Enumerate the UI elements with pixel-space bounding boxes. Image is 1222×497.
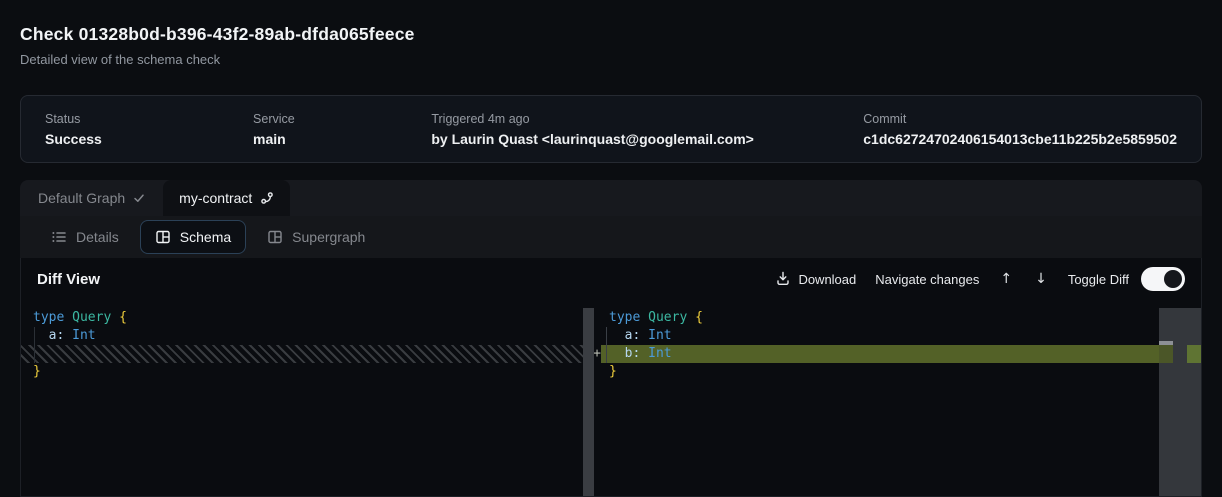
- triggered-value: by Laurin Quast <laurinquast@googlemail.…: [431, 131, 863, 147]
- contract-fork-icon: [260, 191, 274, 205]
- code-token: type: [609, 310, 640, 325]
- next-change-button[interactable]: ↓: [1033, 271, 1049, 287]
- columns-icon: [267, 229, 283, 245]
- code-token: }: [609, 364, 617, 379]
- diff-pane-after[interactable]: type Query { a: Int b: Int }: [601, 300, 1159, 497]
- check-icon: [133, 192, 145, 204]
- service-field: Service main: [253, 112, 431, 147]
- columns-icon: [155, 229, 171, 245]
- toggle-diff-switch[interactable]: [1141, 267, 1185, 291]
- status-label: Status: [45, 112, 253, 126]
- service-label: Service: [253, 112, 431, 126]
- code-token: {: [119, 310, 127, 325]
- code-token: Int: [648, 346, 671, 361]
- check-detail-panel: Default Graph my-contract: [20, 180, 1202, 497]
- graph-tabbar: Default Graph my-contract: [20, 180, 1202, 216]
- diff-view-title: Diff View: [37, 271, 100, 288]
- schema-diff-editor: type Query { a: Int } type Query { a: In…: [21, 300, 1201, 497]
- schema-check-page: Check 01328b0d-b396-43f2-89ab-dfda065fee…: [0, 0, 1222, 497]
- page-subtitle: Detailed view of the schema check: [20, 52, 415, 67]
- code-line: type Query {: [609, 309, 1159, 327]
- diff-card: Diff View Download Navigate changes: [20, 258, 1202, 497]
- status-value: Success: [45, 131, 253, 147]
- code-line: type Query {: [33, 309, 583, 327]
- download-icon: [775, 270, 791, 289]
- code-token: Query: [72, 310, 111, 325]
- tab-default-graph-label: Default Graph: [38, 190, 125, 206]
- navigate-changes-button[interactable]: Navigate changes: [875, 272, 979, 287]
- arrow-up-icon: ↑: [1000, 271, 1012, 287]
- tab-schema[interactable]: Schema: [140, 220, 246, 254]
- diff-toolbar: Diff View Download Navigate changes: [21, 258, 1201, 300]
- diff-pane-before[interactable]: type Query { a: Int }: [21, 300, 583, 497]
- triggered-label: Triggered 4m ago: [431, 112, 863, 126]
- code-line: }: [33, 363, 583, 381]
- tab-schema-label: Schema: [180, 229, 231, 245]
- code-token: a:: [625, 328, 641, 343]
- right-scrollbar[interactable]: [1159, 308, 1202, 497]
- tab-my-contract-label: my-contract: [179, 190, 252, 206]
- code-token: type: [33, 310, 64, 325]
- tab-supergraph-label: Supergraph: [292, 229, 365, 245]
- check-summary-card: Status Success Service main Triggered 4m…: [20, 95, 1202, 163]
- toggle-diff-label: Toggle Diff: [1068, 272, 1129, 287]
- tab-default-graph[interactable]: Default Graph: [20, 180, 163, 216]
- commit-field: Commit c1dc62724702406154013cbe11b225b2e…: [863, 112, 1177, 147]
- code-token: Int: [72, 328, 95, 343]
- toggle-diff-control: Toggle Diff: [1068, 267, 1185, 291]
- toggle-knob: [1164, 270, 1182, 288]
- code-line: a: Int: [33, 327, 583, 345]
- download-label: Download: [798, 272, 856, 287]
- commit-value: c1dc62724702406154013cbe11b225b2e5859502: [863, 131, 1177, 147]
- list-icon: [51, 229, 67, 245]
- tab-details[interactable]: Details: [36, 220, 134, 254]
- code-token: }: [33, 364, 41, 379]
- previous-change-button[interactable]: ↑: [998, 271, 1014, 287]
- code-line-added: b: Int: [609, 345, 1159, 363]
- triggered-field: Triggered 4m ago by Laurin Quast <laurin…: [431, 112, 863, 147]
- overview-ruler-added-marker: [1187, 345, 1202, 363]
- page-title: Check 01328b0d-b396-43f2-89ab-dfda065fee…: [20, 24, 415, 45]
- tab-supergraph[interactable]: Supergraph: [252, 220, 380, 254]
- page-header: Check 01328b0d-b396-43f2-89ab-dfda065fee…: [20, 24, 415, 67]
- tab-details-label: Details: [76, 229, 119, 245]
- view-tabbar: Details Schema: [20, 216, 1202, 258]
- code-token: b:: [625, 346, 641, 361]
- diff-actions: Download Navigate changes ↑ ↓ Toggle Dif…: [775, 267, 1185, 291]
- code-token: {: [695, 310, 703, 325]
- code-line: [33, 345, 583, 363]
- arrow-down-icon: ↓: [1035, 271, 1047, 287]
- tab-my-contract[interactable]: my-contract: [163, 180, 290, 216]
- commit-label: Commit: [863, 112, 1177, 126]
- status-field: Status Success: [45, 112, 253, 147]
- code-token: Query: [648, 310, 687, 325]
- code-token: Int: [648, 328, 671, 343]
- download-button[interactable]: Download: [775, 270, 856, 289]
- scrollbar-thumb[interactable]: [1159, 341, 1173, 345]
- code-line: a: Int: [609, 327, 1159, 345]
- code-token: a:: [49, 328, 65, 343]
- code-line: }: [609, 363, 1159, 381]
- left-scrollbar[interactable]: [583, 308, 594, 497]
- navigate-changes-label: Navigate changes: [875, 272, 979, 287]
- added-line-highlight-under-scrollbar: [1159, 345, 1173, 363]
- service-value: main: [253, 131, 431, 147]
